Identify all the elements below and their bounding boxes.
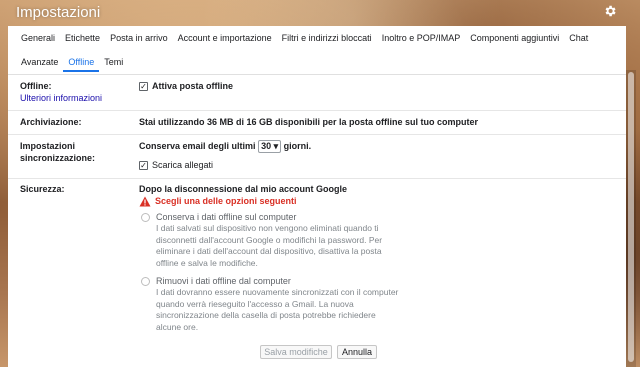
storage-label: Archiviazione: <box>20 117 82 127</box>
sync-days-select[interactable]: 30 ▾ <box>258 140 282 154</box>
tab-filtri[interactable]: Filtri e indirizzi bloccati <box>277 30 377 48</box>
tab-offline[interactable]: Offline <box>63 54 100 72</box>
tabs-divider <box>8 74 626 75</box>
learn-more-link[interactable]: Ulteriori informazioni <box>20 92 102 105</box>
section-divider <box>8 134 626 135</box>
tab-componenti-aggiuntivi[interactable]: Componenti aggiuntivi <box>465 30 564 48</box>
scrollbar-thumb[interactable] <box>628 72 634 362</box>
sync-row: Conserva email degli ultimi 30 ▾ giorni. <box>139 140 312 154</box>
keep-data-title: Conserva i dati offline sul computer <box>156 212 297 222</box>
storage-usage-text: Stai utilizzando 36 MB di 16 GB disponib… <box>139 117 479 127</box>
gear-icon[interactable] <box>602 4 618 20</box>
section-divider <box>8 178 626 179</box>
chevron-down-icon: ▾ <box>273 141 279 152</box>
download-attachments-checkbox[interactable]: ✓ <box>139 161 148 170</box>
tab-avanzate[interactable]: Avanzate <box>16 54 63 72</box>
settings-header: Impostazioni <box>0 0 640 26</box>
remove-data-radio[interactable] <box>141 277 150 286</box>
security-label: Sicurezza: <box>20 184 65 194</box>
enable-offline-checkbox[interactable]: ✓ <box>139 82 148 91</box>
save-button[interactable]: Salva modifiche <box>260 345 332 359</box>
tab-account-importazione[interactable]: Account e importazione <box>173 30 277 48</box>
tabs-row-2: Avanzate Offline Temi <box>16 54 128 72</box>
keep-data-description: I dati salvati sul dispositivo non vengo… <box>156 223 383 268</box>
section-divider <box>8 110 626 111</box>
remove-data-description: I dati dovranno essere nuovamente sincro… <box>156 287 399 332</box>
tab-generali[interactable]: Generali <box>16 30 60 48</box>
sync-label-line2: sincronizzazione: <box>20 153 96 163</box>
tab-posta-in-arrivo[interactable]: Posta in arrivo <box>105 30 173 48</box>
tabs-row-1: Generali Etichette Posta in arrivo Accou… <box>16 30 593 48</box>
enable-offline-label: Attiva posta offline <box>152 81 234 91</box>
settings-panel: Generali Etichette Posta in arrivo Accou… <box>8 26 626 367</box>
keep-data-radio[interactable] <box>141 213 150 222</box>
download-attachments-label: Scarica allegati <box>152 160 214 170</box>
tab-chat[interactable]: Chat <box>564 30 593 48</box>
cancel-button[interactable]: Annulla <box>337 345 377 359</box>
sync-prefix: Conserva email degli ultimi <box>139 141 256 151</box>
warning-text: Scegli una delle opzioni seguenti <box>155 196 297 206</box>
page-title: Impostazioni <box>16 4 101 21</box>
remove-data-title: Rimuovi i dati offline dal computer <box>156 276 291 286</box>
sync-suffix: giorni. <box>283 141 312 151</box>
tab-temi[interactable]: Temi <box>99 54 128 72</box>
tab-etichette[interactable]: Etichette <box>60 30 105 48</box>
warning-icon <box>139 196 151 207</box>
tab-inoltro-pop-imap[interactable]: Inoltro e POP/IMAP <box>377 30 466 48</box>
sync-days-value: 30 <box>261 141 272 152</box>
